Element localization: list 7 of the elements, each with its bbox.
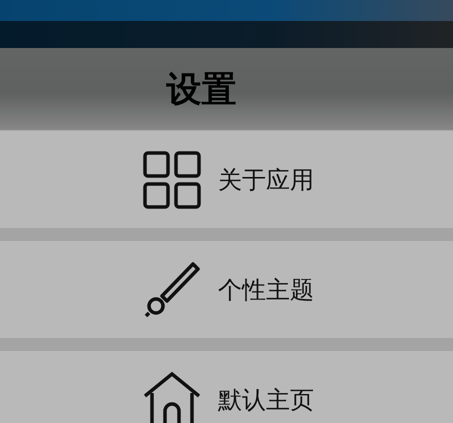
settings-item[interactable]: 关于应用	[0, 131, 453, 228]
brush-icon	[143, 260, 201, 318]
grid-icon	[143, 150, 201, 208]
page-title: 设置	[166, 68, 236, 112]
settings-item[interactable]: 个性主题	[0, 241, 453, 338]
house-icon	[143, 370, 201, 423]
settings-item[interactable]: 默认主页	[0, 351, 453, 423]
